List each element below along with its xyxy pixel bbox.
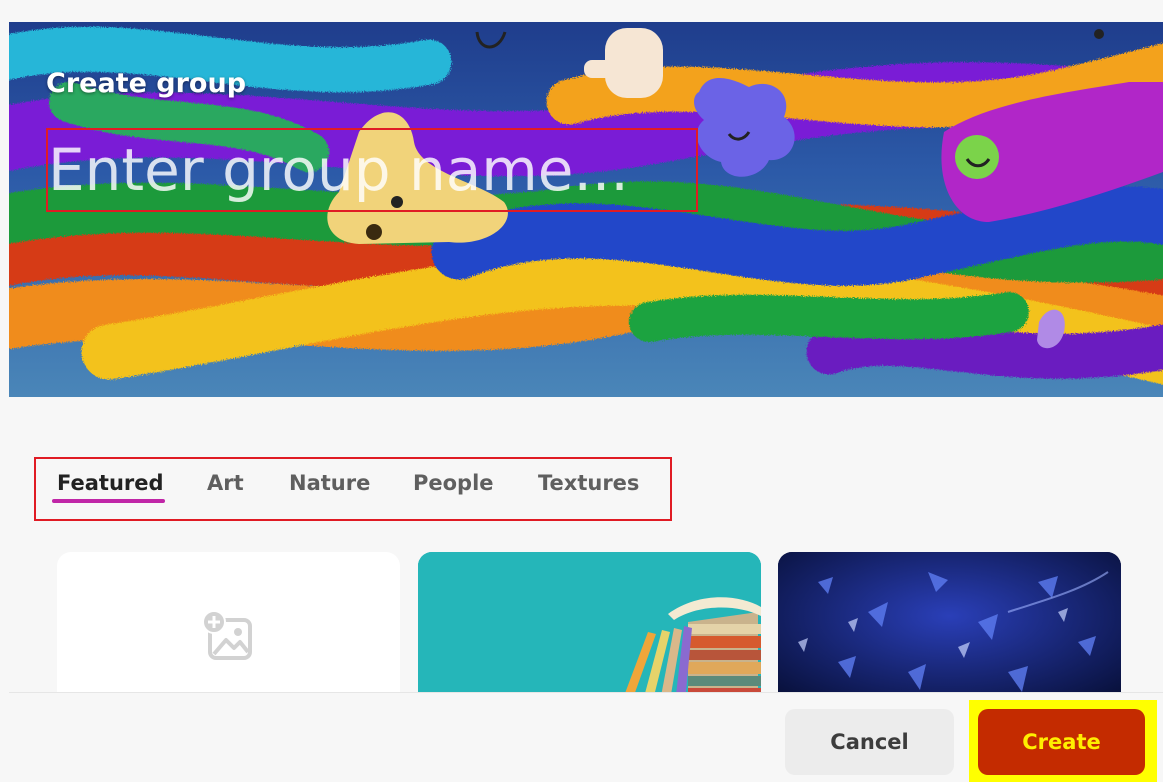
cover-image[interactable]: Create group: [9, 22, 1163, 397]
books-image-card[interactable]: [418, 552, 761, 712]
tab-art[interactable]: Art: [207, 465, 244, 501]
category-tabs: Featured Art Nature People Textures: [34, 457, 672, 521]
tab-people[interactable]: People: [413, 465, 494, 501]
crystals-image: [778, 552, 1121, 712]
group-name-input[interactable]: [48, 130, 696, 210]
dialog-title: Create group: [46, 68, 247, 99]
tab-nature[interactable]: Nature: [289, 465, 370, 501]
create-group-dialog: Create group Featured Art Nature People …: [0, 0, 1163, 782]
dialog-footer: Cancel Create: [9, 692, 1163, 782]
create-button[interactable]: Create: [978, 709, 1145, 775]
tab-featured[interactable]: Featured: [57, 465, 164, 501]
upload-image-card[interactable]: [57, 552, 400, 712]
books-pencils-image: [418, 552, 761, 712]
active-tab-indicator: [52, 499, 165, 503]
tab-textures[interactable]: Textures: [538, 465, 639, 501]
group-name-field: [46, 128, 698, 212]
cancel-button[interactable]: Cancel: [785, 709, 954, 775]
add-image-icon: [202, 610, 252, 660]
crystals-image-card[interactable]: [778, 552, 1121, 712]
